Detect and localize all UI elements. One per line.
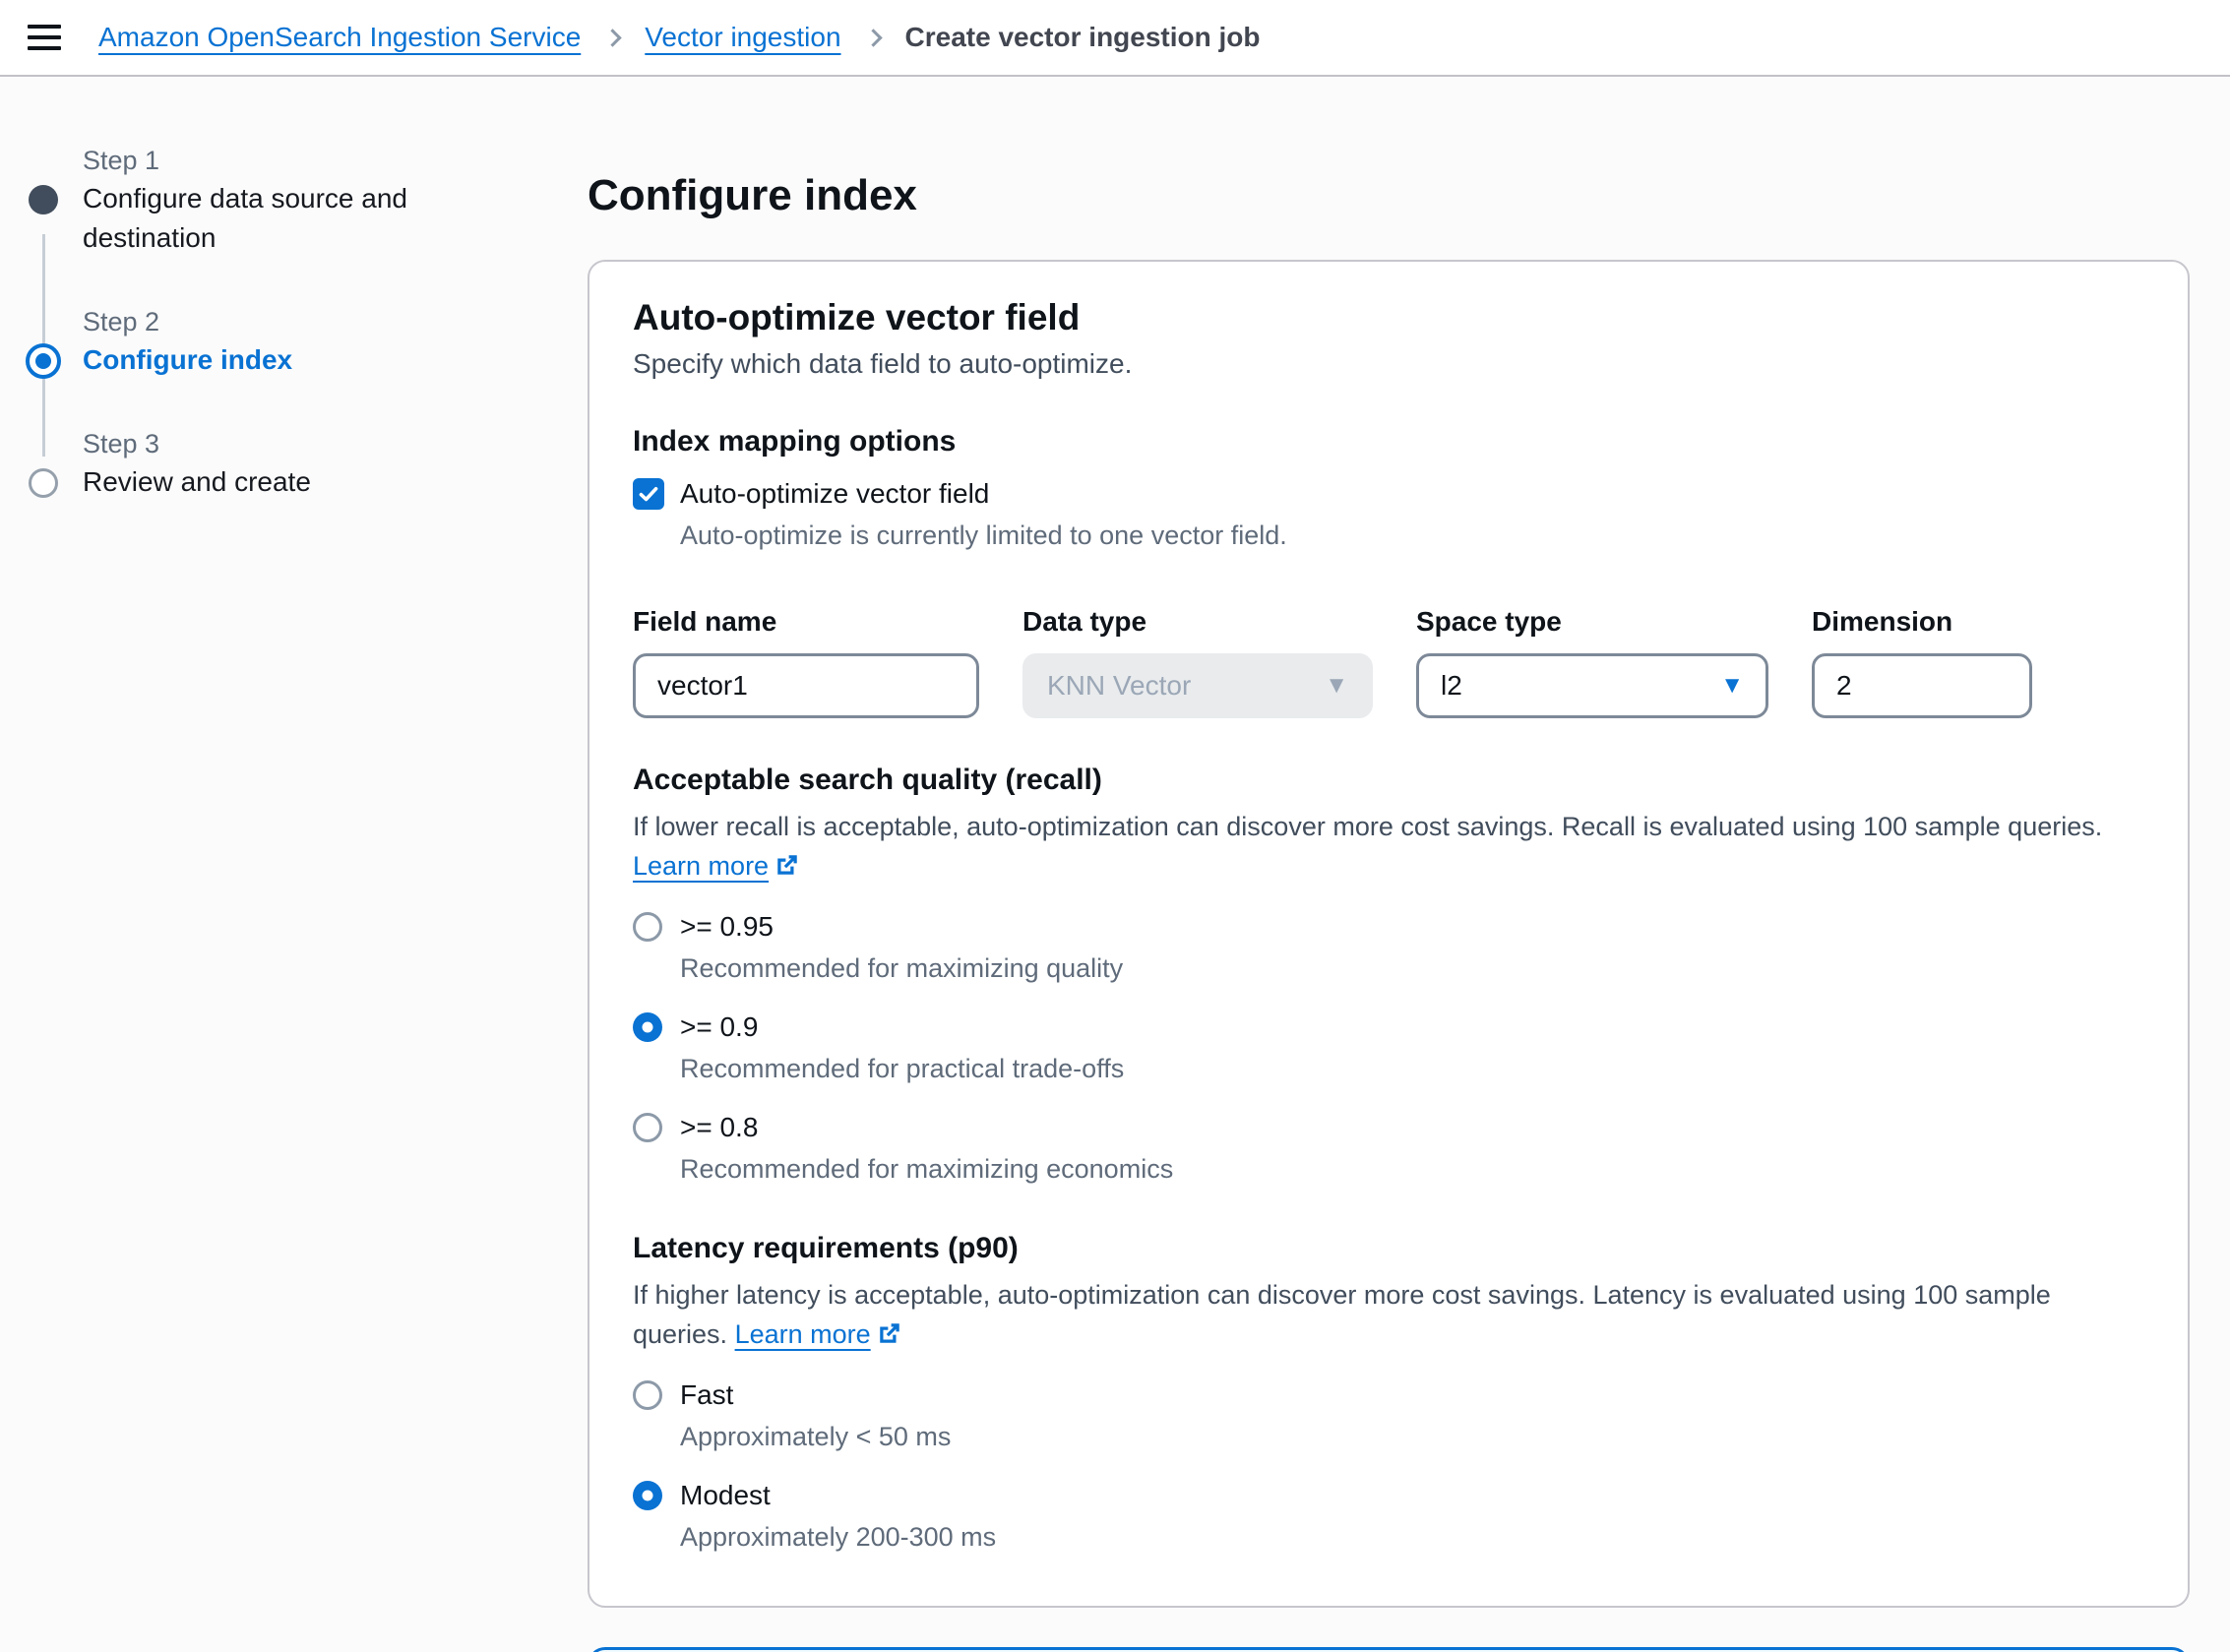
recall-learn-more-link[interactable]: Learn more: [633, 851, 800, 881]
step-active-icon: [26, 343, 61, 379]
radio-selected-icon[interactable]: [633, 1481, 662, 1510]
sidebar-item-step-3: Review and create: [83, 462, 447, 502]
latency-learn-more-link[interactable]: Learn more: [735, 1319, 902, 1349]
space-type-label: Space type: [1416, 606, 1768, 638]
radio-unselected-icon[interactable]: [633, 912, 662, 942]
sidebar-item-step-1[interactable]: Configure data source and destination: [83, 179, 447, 258]
radio-description: Recommended for maximizing quality: [680, 950, 2144, 986]
recall-option-09: >= 0.9 Recommended for practical trade-o…: [633, 1011, 2144, 1086]
dimension-input[interactable]: [1812, 653, 2032, 718]
radio-description: Recommended for practical trade-offs: [680, 1051, 2144, 1086]
radio-row[interactable]: >= 0.8: [633, 1112, 2144, 1143]
auto-optimize-card: Auto-optimize vector field Specify which…: [588, 260, 2190, 1608]
step-upcoming-icon: [29, 468, 58, 498]
step-number-label: Step 1: [83, 142, 558, 179]
index-mapping-options-heading: Index mapping options: [633, 425, 2144, 459]
hamburger-bar: [28, 46, 61, 50]
space-type-value: l2: [1441, 670, 1462, 702]
radio-selected-icon[interactable]: [633, 1012, 662, 1042]
learn-more-label: Learn more: [735, 1319, 871, 1349]
main-column: Configure index Auto-optimize vector fie…: [588, 77, 2230, 1652]
sidebar-item-step-2: Configure index: [83, 340, 447, 380]
radio-unselected-icon[interactable]: [633, 1113, 662, 1142]
stepper-step-2: Step 2 Configure index: [83, 303, 558, 380]
breadcrumb: Amazon OpenSearch Ingestion Service Vect…: [98, 22, 1261, 53]
radio-label[interactable]: Modest: [680, 1480, 771, 1511]
checkbox-description: Auto-optimize is currently limited to on…: [680, 518, 2144, 553]
field-name-input[interactable]: [633, 653, 979, 718]
breadcrumb-vector-ingestion-link[interactable]: Vector ingestion: [645, 22, 840, 53]
external-link-icon: [774, 852, 800, 878]
breadcrumb-service-link[interactable]: Amazon OpenSearch Ingestion Service: [98, 22, 581, 53]
data-type-value: KNN Vector: [1047, 670, 1191, 702]
radio-label[interactable]: Fast: [680, 1379, 733, 1411]
radio-label[interactable]: >= 0.95: [680, 911, 774, 943]
page-title: Configure index: [588, 171, 2190, 220]
wizard-stepper: Step 1 Configure data source and destina…: [0, 77, 588, 1652]
stepper-step-1: Step 1 Configure data source and destina…: [83, 142, 558, 258]
dimension-group: Dimension: [1812, 606, 2032, 718]
latency-heading: Latency requirements (p90): [633, 1232, 2144, 1265]
card-title: Auto-optimize vector field: [633, 297, 2144, 338]
latency-option-fast: Fast Approximately < 50 ms: [633, 1379, 2144, 1454]
hamburger-bar: [28, 25, 61, 29]
checkbox-label[interactable]: Auto-optimize vector field: [680, 478, 989, 510]
latency-option-modest: Modest Approximately 200-300 ms: [633, 1480, 2144, 1555]
hamburger-menu-icon[interactable]: [28, 25, 61, 50]
radio-label[interactable]: >= 0.8: [680, 1112, 758, 1143]
radio-unselected-icon[interactable]: [633, 1380, 662, 1410]
radio-row[interactable]: Modest: [633, 1480, 2144, 1511]
index-fields-row: Field name Data type KNN Vector ▼ Space …: [633, 606, 2144, 718]
data-type-group: Data type KNN Vector ▼: [1022, 606, 1373, 718]
field-name-group: Field name: [633, 606, 979, 718]
recall-option-095: >= 0.95 Recommended for maximizing quali…: [633, 911, 2144, 986]
stepper-step-3: Step 3 Review and create: [83, 425, 558, 502]
auto-optimize-checkbox-row[interactable]: Auto-optimize vector field: [633, 478, 2144, 510]
dimension-label: Dimension: [1812, 606, 2032, 638]
step-number-label: Step 3: [83, 425, 558, 462]
space-type-select[interactable]: l2 ▼: [1416, 653, 1768, 718]
data-type-select: KNN Vector ▼: [1022, 653, 1373, 718]
radio-label[interactable]: >= 0.9: [680, 1011, 758, 1043]
step-number-label: Step 2: [83, 303, 558, 340]
recall-description: If lower recall is acceptable, auto-opti…: [633, 807, 2144, 886]
data-type-label: Data type: [1022, 606, 1373, 638]
radio-description: Approximately < 50 ms: [680, 1419, 2144, 1454]
recall-description-text: If lower recall is acceptable, auto-opti…: [633, 812, 2102, 841]
learn-more-label: Learn more: [633, 851, 769, 881]
breadcrumb-current-page: Create vector ingestion job: [905, 22, 1261, 53]
hamburger-bar: [28, 35, 61, 39]
card-subtitle: Specify which data field to auto-optimiz…: [633, 348, 2144, 380]
radio-row[interactable]: >= 0.95: [633, 911, 2144, 943]
info-alert: Additional index mappings can be input a…: [588, 1647, 2190, 1652]
chevron-down-icon: ▼: [1325, 674, 1348, 698]
external-link-icon: [877, 1320, 902, 1346]
chevron-right-icon: [604, 29, 622, 46]
top-navigation-bar: Amazon OpenSearch Ingestion Service Vect…: [0, 0, 2230, 77]
content-area: Step 1 Configure data source and destina…: [0, 77, 2230, 1652]
recall-heading: Acceptable search quality (recall): [633, 764, 2144, 797]
latency-description: If higher latency is acceptable, auto-op…: [633, 1275, 2144, 1354]
radio-row[interactable]: Fast: [633, 1379, 2144, 1411]
radio-row[interactable]: >= 0.9: [633, 1011, 2144, 1043]
checkmark-icon: [638, 483, 659, 505]
field-name-label: Field name: [633, 606, 979, 638]
create-vector-ingestion-job-page: Amazon OpenSearch Ingestion Service Vect…: [0, 0, 2230, 1652]
space-type-group: Space type l2 ▼: [1416, 606, 1768, 718]
chevron-right-icon: [864, 29, 882, 46]
chevron-down-icon: ▼: [1720, 674, 1744, 698]
radio-description: Recommended for maximizing economics: [680, 1151, 2144, 1187]
recall-option-08: >= 0.8 Recommended for maximizing econom…: [633, 1112, 2144, 1187]
radio-description: Approximately 200-300 ms: [680, 1519, 2144, 1555]
checkbox-checked-icon[interactable]: [633, 478, 664, 510]
step-completed-icon: [29, 185, 58, 214]
